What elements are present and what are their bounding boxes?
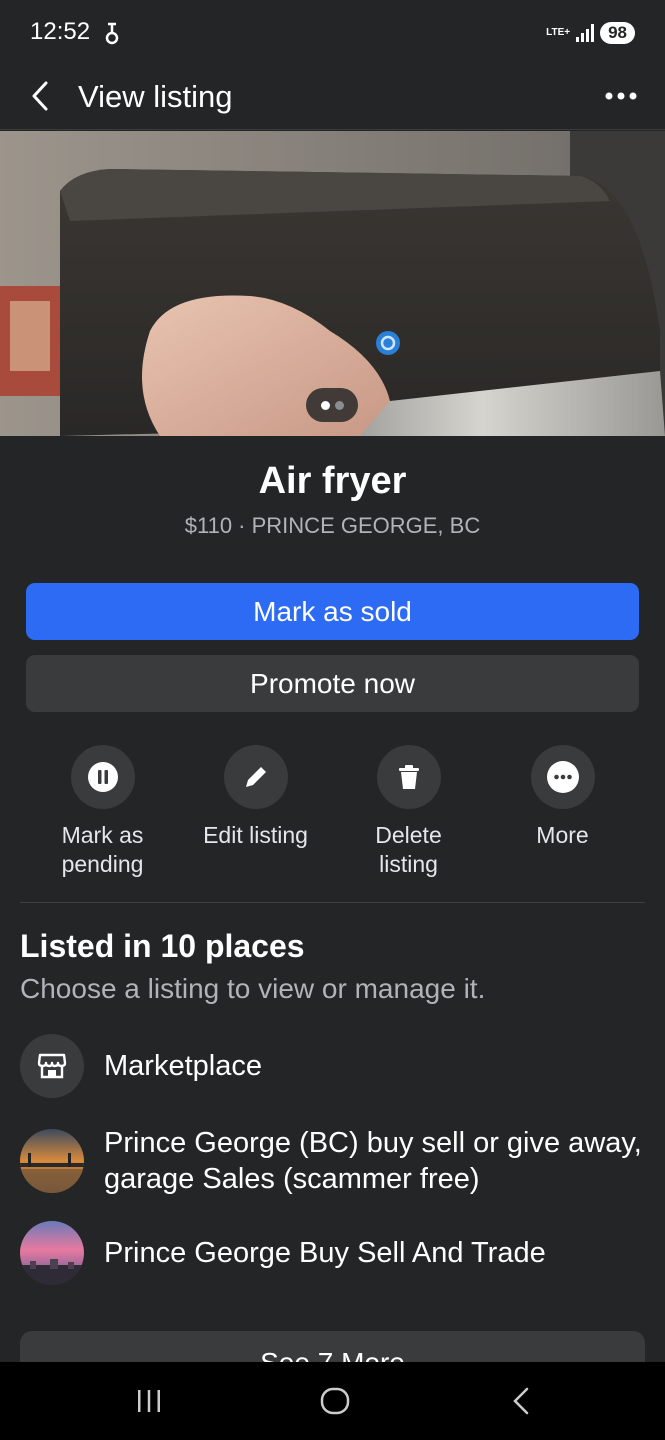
notification-icon: [105, 22, 119, 45]
status-bar: 12:52 LTE+ 98: [0, 0, 665, 64]
more-options-button[interactable]: [599, 78, 643, 114]
place-name: Prince George Buy Sell And Trade: [104, 1237, 546, 1269]
network-indicator: LTE+: [546, 27, 571, 38]
place-item-marketplace[interactable]: Marketplace: [20, 1034, 645, 1098]
home-button[interactable]: [305, 1380, 365, 1422]
back-button[interactable]: [22, 78, 58, 114]
signal-icon: [576, 24, 595, 42]
divider: [20, 902, 645, 903]
action-label-pending: Mark as pending: [61, 822, 144, 877]
places-subheading: Choose a listing to view or manage it.: [20, 973, 486, 1004]
page-title: View listing: [78, 79, 233, 114]
home-icon: [320, 1387, 350, 1415]
page-dot-active: [320, 400, 330, 410]
listing-price-location: $110 · PRINCE GEORGE, BC: [184, 513, 481, 538]
action-label-edit: Edit listing: [203, 822, 308, 848]
page-dot: [334, 400, 344, 410]
mark-as-sold-button[interactable]: Mark as sold: [26, 583, 639, 640]
place-name: Prince George (BC) buy sell or give away…: [104, 1127, 642, 1195]
more-actions-button[interactable]: More: [486, 745, 639, 850]
chevron-left-icon: [32, 81, 48, 111]
system-nav-bar: [0, 1362, 665, 1440]
mark-as-pending-button[interactable]: Mark as pending: [26, 745, 179, 879]
action-label-delete: Delete listing: [375, 822, 442, 877]
action-label-more: More: [536, 822, 589, 848]
marketplace-icon: [20, 1034, 84, 1098]
battery-indicator: 98: [600, 22, 635, 44]
more-horizontal-icon: [605, 92, 637, 100]
recent-apps-button[interactable]: [119, 1380, 179, 1422]
app-bar: View listing: [0, 64, 665, 130]
group-avatar: [20, 1129, 84, 1193]
place-item-group[interactable]: Prince George (BC) buy sell or give away…: [20, 1125, 645, 1197]
places-heading: Listed in 10 places: [20, 928, 305, 964]
photo-page-indicator: [306, 388, 358, 422]
place-item-group[interactable]: Prince George Buy Sell And Trade: [20, 1221, 645, 1285]
pencil-icon: [245, 767, 266, 787]
listing-title: Air fryer: [258, 460, 407, 502]
edit-listing-button[interactable]: Edit listing: [179, 745, 332, 850]
pause-icon: [87, 762, 118, 792]
promote-now-button[interactable]: Promote now: [26, 655, 639, 712]
place-name: Marketplace: [104, 1050, 262, 1082]
system-back-button[interactable]: [491, 1380, 551, 1422]
group-avatar: [20, 1221, 84, 1285]
delete-listing-button[interactable]: Delete listing: [332, 745, 485, 879]
recent-apps-icon: [138, 1390, 160, 1412]
back-arrow-icon: [513, 1387, 529, 1415]
trash-icon: [398, 765, 419, 789]
more-icon: [546, 761, 579, 793]
status-time: 12:52: [30, 18, 91, 45]
